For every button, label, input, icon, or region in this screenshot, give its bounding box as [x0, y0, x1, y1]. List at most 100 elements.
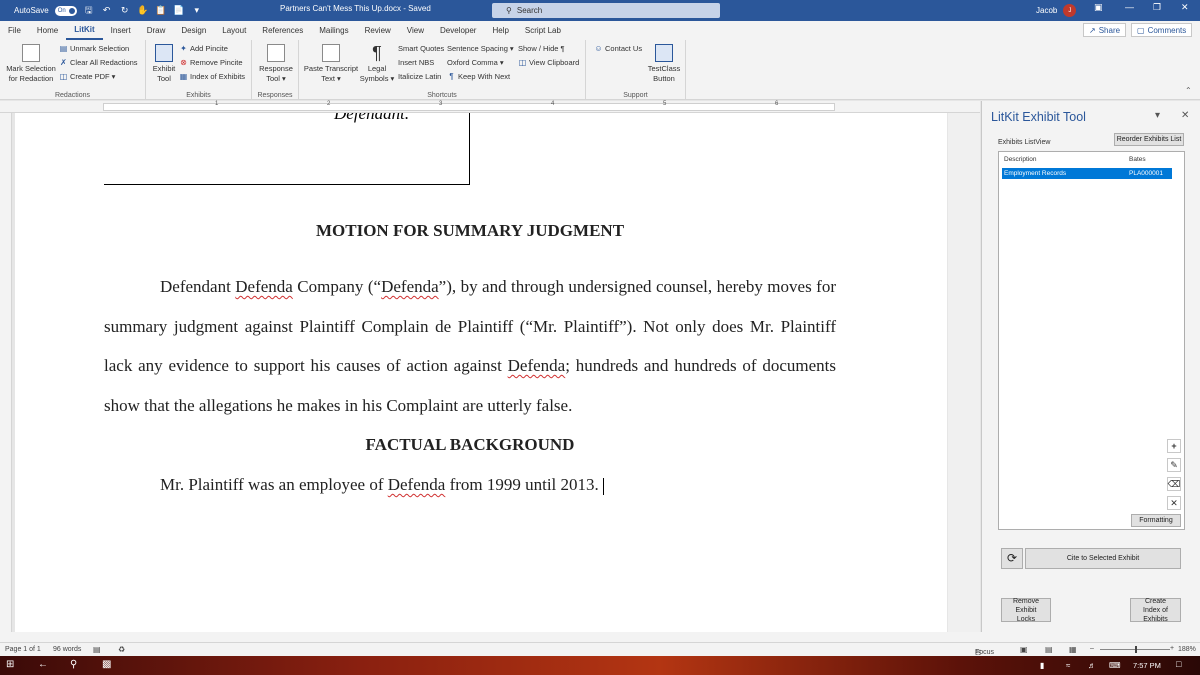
tab-view[interactable]: View	[399, 21, 432, 40]
reorder-exhibits-button[interactable]: Reorder Exhibits List	[1114, 133, 1184, 146]
tab-draw[interactable]: Draw	[139, 21, 174, 40]
battery-icon[interactable]: ▮	[1040, 661, 1044, 670]
mark-selection-button[interactable]: Mark Selection for Redaction	[4, 44, 58, 84]
clear-all-redactions-button[interactable]: ✗ Clear All Redactions	[59, 58, 137, 67]
wifi-icon[interactable]: ≈	[1066, 661, 1070, 670]
document-title[interactable]: Partners Can't Mess This Up.docx - Saved	[280, 4, 431, 13]
clock[interactable]: 7:57 PM	[1133, 661, 1161, 670]
horizontal-ruler[interactable]: 1 2 3 4 5 6	[0, 101, 980, 113]
search-icon[interactable]: ⚲	[70, 659, 77, 670]
tab-layout[interactable]: Layout	[214, 21, 254, 40]
tab-insert[interactable]: Insert	[103, 21, 139, 40]
task-view-icon[interactable]: ▩	[102, 659, 111, 670]
refresh-icon[interactable]: ⟳	[1001, 548, 1023, 569]
sentence-spacing-button[interactable]: Sentence Spacing ▾	[447, 44, 514, 53]
edit-exhibit-icon[interactable]: ✎	[1167, 458, 1181, 472]
keyboard-icon[interactable]: ⌨	[1109, 661, 1121, 670]
smart-quotes-button[interactable]: Smart Quotes	[398, 44, 444, 53]
misspelled-word[interactable]: Defenda	[381, 277, 439, 296]
insert-nbs-button[interactable]: Insert NBS	[398, 58, 434, 67]
view-clipboard-button[interactable]: ◫ View Clipboard	[518, 58, 580, 67]
legal-symbols-button[interactable]: ¶ Legal Symbols ▾	[359, 44, 395, 84]
tab-litkit[interactable]: LitKit	[66, 21, 103, 40]
keep-with-next-button[interactable]: ¶ Keep With Next	[447, 72, 510, 81]
exhibits-listview[interactable]: Description Bates Employment Records PLA…	[998, 151, 1185, 530]
minimize-icon[interactable]: —	[1125, 2, 1134, 12]
index-of-exhibits-button[interactable]: ▦ Index of Exhibits	[179, 72, 245, 81]
document-icon[interactable]: 📄	[173, 5, 185, 17]
ribbon-display-icon[interactable]: ▣	[1094, 2, 1103, 13]
zoom-in-icon[interactable]: +	[1170, 645, 1174, 652]
column-bates[interactable]: Bates	[1129, 156, 1146, 163]
user-account[interactable]: Jacob J	[1036, 4, 1077, 17]
paste-transcript-button[interactable]: Paste Transcript Text ▾	[303, 44, 359, 84]
collapse-ribbon-icon[interactable]: ⌃	[1185, 86, 1192, 95]
comments-button[interactable]: ▢ Comments	[1131, 23, 1193, 37]
delete-exhibit-icon[interactable]: ✕	[1167, 496, 1181, 510]
zoom-slider-thumb[interactable]	[1135, 646, 1137, 653]
autosave-toggle[interactable]: On	[54, 5, 77, 16]
remove-exhibit-locks-button[interactable]: Remove Exhibit Locks	[1001, 598, 1051, 623]
column-description[interactable]: Description	[1004, 156, 1037, 163]
word-count[interactable]: 96 words	[53, 646, 81, 653]
tab-review[interactable]: Review	[357, 21, 399, 40]
misspelled-word[interactable]: Defenda	[388, 475, 446, 494]
contact-us-button[interactable]: ☺ Contact Us	[594, 44, 642, 53]
pane-close-icon[interactable]: ✕	[1181, 110, 1189, 121]
tab-mailings[interactable]: Mailings	[311, 21, 356, 40]
vertical-scrollbar[interactable]	[948, 113, 980, 632]
print-layout-icon[interactable]: ▤	[1045, 645, 1053, 654]
cite-to-selected-exhibit-button[interactable]: Cite to Selected Exhibit	[1025, 548, 1181, 569]
redo-icon[interactable]: ↻	[119, 5, 131, 17]
document-page[interactable]: Defendant. MOTION FOR SUMMARY JUDGMENT D…	[15, 113, 947, 632]
misspelled-word[interactable]: Defenda	[235, 277, 293, 296]
misspelled-word[interactable]: Defenda	[508, 356, 566, 375]
tab-references[interactable]: References	[254, 21, 311, 40]
italicize-latin-button[interactable]: Italicize Latin	[398, 72, 441, 81]
vertical-ruler[interactable]	[0, 113, 12, 632]
touch-mode-icon[interactable]: ✋	[137, 5, 149, 17]
tab-help[interactable]: Help	[484, 21, 516, 40]
add-pincite-button[interactable]: ✦ Add Pincite	[179, 44, 228, 53]
tab-home[interactable]: Home	[29, 21, 66, 40]
tab-script-lab[interactable]: Script Lab	[517, 21, 569, 40]
close-icon[interactable]: ✕	[1181, 2, 1189, 13]
tab-design[interactable]: Design	[173, 21, 214, 40]
accessibility-icon[interactable]: ♻	[118, 645, 125, 654]
tab-file[interactable]: File	[0, 21, 29, 40]
windows-start-icon[interactable]: ⊞	[6, 659, 14, 670]
testclass-button[interactable]: TestClass Button	[644, 44, 684, 84]
volume-icon[interactable]: ♬	[1088, 661, 1096, 670]
unmark-selection-button[interactable]: ▤ Unmark Selection	[59, 44, 129, 53]
search-input[interactable]: ⚲ Search	[492, 3, 720, 18]
create-index-button[interactable]: Create Index of Exhibits	[1130, 598, 1181, 623]
page-count[interactable]: Page 1 of 1	[5, 646, 41, 653]
back-icon[interactable]: ←	[38, 659, 48, 670]
avatar[interactable]: J	[1063, 4, 1077, 17]
response-tool-button[interactable]: Response Tool ▾	[256, 44, 296, 84]
remove-pincite-button[interactable]: ⊗ Remove Pincite	[179, 58, 242, 67]
read-mode-icon[interactable]: ▣	[1020, 645, 1028, 654]
save-icon[interactable]: 🖫	[83, 5, 95, 17]
zoom-out-icon[interactable]: –	[1090, 645, 1094, 652]
erase-exhibit-icon[interactable]: ⌫	[1167, 477, 1181, 491]
oxford-comma-button[interactable]: Oxford Comma ▾	[447, 58, 504, 67]
share-button[interactable]: ↗ Share	[1083, 23, 1127, 37]
show-hide-button[interactable]: Show / Hide ¶	[518, 44, 565, 53]
exhibit-tool-icon	[155, 44, 173, 62]
web-layout-icon[interactable]: ▦	[1069, 645, 1077, 654]
exhibit-tool-button[interactable]: Exhibit Tool	[150, 44, 178, 84]
notifications-icon[interactable]: □	[1176, 659, 1181, 669]
list-item[interactable]: Employment Records PLA000001	[1002, 168, 1172, 179]
pane-options-icon[interactable]: ▾	[1155, 110, 1160, 121]
proofing-icon[interactable]: ▤	[93, 645, 101, 654]
customize-toolbar-icon[interactable]: ▾	[191, 5, 203, 17]
undo-icon[interactable]: ↶	[101, 5, 113, 17]
add-exhibit-icon[interactable]: +	[1167, 439, 1181, 453]
formatting-button[interactable]: Formatting	[1131, 514, 1181, 527]
tab-developer[interactable]: Developer	[432, 21, 484, 40]
clipboard-icon[interactable]: 📋	[155, 5, 167, 17]
restore-icon[interactable]: ❐	[1153, 2, 1161, 13]
zoom-level[interactable]: 188%	[1178, 646, 1196, 653]
create-pdf-button[interactable]: ◫ Create PDF ▾	[59, 72, 116, 81]
